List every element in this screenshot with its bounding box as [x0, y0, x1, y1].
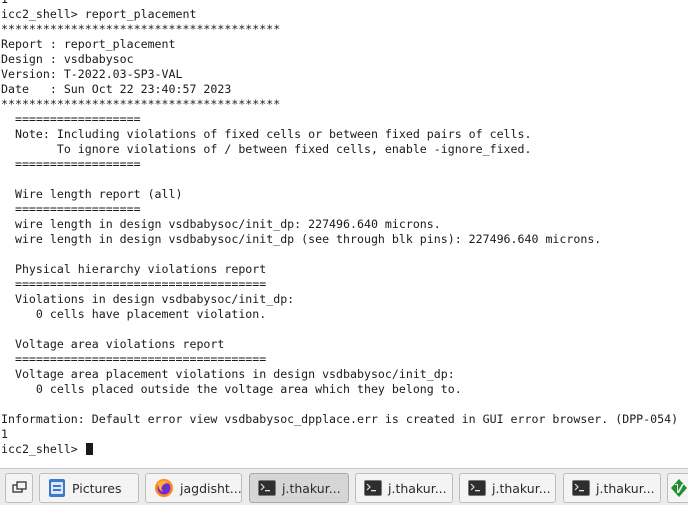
- terminal-icon: [364, 480, 382, 496]
- terminal-line-text: Note: Including violations of fixed cell…: [1, 127, 532, 141]
- taskbar-item-label: j.thakur...: [282, 480, 341, 496]
- terminal-line: 1: [1, 427, 8, 442]
- taskbar-item-terminal-4[interactable]: j.thakur...: [563, 473, 661, 503]
- terminal-line: 0 cells have placement violation.: [1, 307, 266, 322]
- terminal-line: Information: Default error view vsdbabys…: [1, 412, 678, 427]
- terminal-line: 1: [1, 0, 8, 7]
- terminal-line-text: ****************************************: [1, 22, 281, 36]
- terminal-line-text: wire length in design vsdbabysoc/init_dp…: [1, 217, 441, 231]
- terminal-line-text: Version: T-2022.03-SP3-VAL: [1, 67, 183, 81]
- taskbar-item-terminal-3[interactable]: j.thakur...: [459, 473, 556, 503]
- terminal-line-text: Wire length report (all): [1, 187, 183, 201]
- terminal-line: ****************************************: [1, 97, 280, 112]
- terminal-line-text: 1: [1, 427, 8, 441]
- terminal-line-text: ==================: [1, 157, 141, 171]
- terminal-line-text: ====================================: [1, 277, 267, 291]
- show-desktop-button[interactable]: [5, 473, 33, 503]
- taskbar-item-terminal-1[interactable]: j.thakur...: [249, 473, 349, 503]
- terminal-line-text: icc2_shell> report_placement: [1, 7, 197, 21]
- terminal-line: Wire length report (all): [1, 187, 183, 202]
- terminal-line: icc2_shell> report_placement: [1, 7, 196, 22]
- terminal-line: Date : Sun Oct 22 23:40:57 2023: [1, 82, 231, 97]
- taskbar-item-firefox[interactable]: jagdisht...: [145, 473, 242, 503]
- terminal-line: Version: T-2022.03-SP3-VAL: [1, 67, 182, 82]
- terminal-line: Violations in design vsdbabysoc/init_dp:: [1, 292, 294, 307]
- terminal-line: To ignore violations of / between fixed …: [1, 142, 532, 157]
- vim-icon: [671, 479, 687, 497]
- taskbar-item-label: j.thakur...: [596, 480, 655, 496]
- terminal-line: Note: Including violations of fixed cell…: [1, 127, 532, 142]
- terminal-line-text: ==================: [1, 112, 141, 126]
- terminal-line: wire length in design vsdbabysoc/init_dp…: [1, 232, 601, 247]
- terminal-cursor: [85, 443, 93, 455]
- terminal-line-text: Information: Default error view vsdbabys…: [1, 412, 679, 426]
- terminal-line: wire length in design vsdbabysoc/init_dp…: [1, 217, 441, 232]
- taskbar-item-terminal-2[interactable]: j.thakur...: [355, 473, 453, 503]
- taskbar-item-label: j.thakur...: [388, 480, 447, 496]
- terminal-line: 0 cells placed outside the voltage area …: [1, 382, 462, 397]
- terminal-line-text: Violations in design vsdbabysoc/init_dp:: [1, 292, 295, 306]
- terminal-line: icc2_shell>: [1, 442, 93, 457]
- terminal-line-text: ====================================: [1, 352, 267, 366]
- terminal-line-text: Physical hierarchy violations report: [1, 262, 267, 276]
- terminal-icon: [468, 480, 486, 496]
- terminal-line: ==================: [1, 112, 141, 127]
- terminal-window[interactable]: 1icc2_shell> report_placement***********…: [0, 0, 688, 468]
- terminal-line-text: icc2_shell>: [1, 442, 85, 456]
- terminal-icon: [572, 480, 590, 496]
- file-manager-icon: [49, 479, 65, 497]
- terminal-line-text: ****************************************: [1, 97, 281, 111]
- terminal-line-text: Voltage area violations report: [1, 337, 225, 351]
- terminal-line: Voltage area placement violations in des…: [1, 367, 455, 382]
- terminal-line-text: Date : Sun Oct 22 23:40:57 2023: [1, 82, 232, 96]
- terminal-line: Voltage area violations report: [1, 337, 224, 352]
- terminal-line-text: Design : vsdbabysoc: [1, 52, 134, 66]
- terminal-line: ==================: [1, 157, 141, 172]
- taskbar-item-vim[interactable]: [667, 473, 688, 503]
- terminal-icon: [258, 480, 276, 496]
- terminal-line-text: Report : report_placement: [1, 37, 176, 51]
- terminal-line-text: 0 cells have placement violation.: [1, 307, 267, 321]
- terminal-line: Physical hierarchy violations report: [1, 262, 266, 277]
- terminal-line: ====================================: [1, 277, 266, 292]
- terminal-line-text: ==================: [1, 202, 141, 216]
- terminal-line: ====================================: [1, 352, 266, 367]
- taskbar: Pictures jagdisht... j.thakur... j.thaku…: [0, 468, 688, 505]
- terminal-line-text: wire length in design vsdbabysoc/init_dp…: [1, 232, 602, 246]
- show-desktop-icon: [12, 481, 27, 493]
- firefox-icon: [155, 479, 173, 497]
- taskbar-item-label: Pictures: [72, 480, 122, 496]
- taskbar-item-label: jagdisht...: [180, 480, 242, 496]
- terminal-line-text: Voltage area placement violations in des…: [1, 367, 455, 381]
- taskbar-item-pictures[interactable]: Pictures: [39, 473, 139, 503]
- terminal-line: ==================: [1, 202, 141, 217]
- terminal-line-text: 0 cells placed outside the voltage area …: [1, 382, 462, 396]
- terminal-line: Design : vsdbabysoc: [1, 52, 134, 67]
- terminal-line: ****************************************: [1, 22, 280, 37]
- taskbar-item-label: j.thakur...: [492, 480, 551, 496]
- terminal-line-text: 1: [1, 0, 8, 6]
- terminal-line-text: To ignore violations of / between fixed …: [1, 142, 532, 156]
- terminal-line: Report : report_placement: [1, 37, 176, 52]
